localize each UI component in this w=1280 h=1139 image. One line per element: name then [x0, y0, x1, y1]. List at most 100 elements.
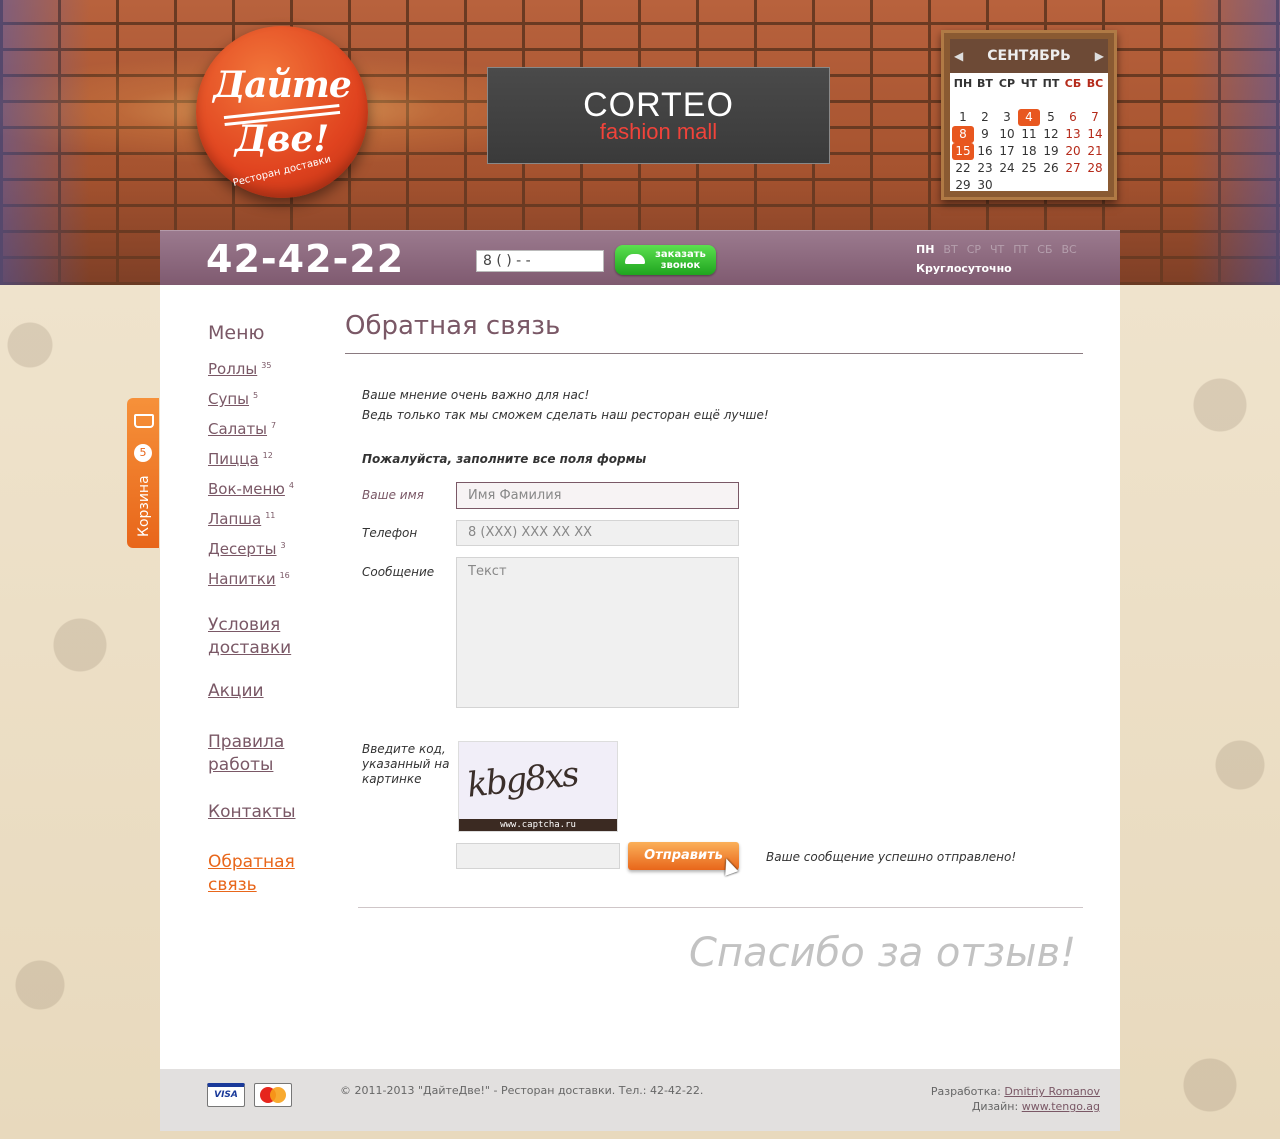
sidebar-menu-count: 11	[265, 511, 276, 520]
calendar-day[interactable]: 10	[996, 126, 1018, 143]
calendar-day[interactable]: 28	[1084, 160, 1106, 177]
sidebar-menu-item[interactable]: Роллы 35	[208, 360, 271, 378]
calendar-day[interactable]: 12	[1040, 126, 1062, 143]
calendar-weekday: СБ	[1064, 77, 1082, 90]
sidebar-menu-item[interactable]: Вок-меню 4	[208, 480, 294, 498]
calendar-day	[1040, 92, 1062, 109]
cart-tab[interactable]: 5 Корзина	[127, 398, 159, 548]
sidebar-menu-item[interactable]: Напитки 16	[208, 570, 290, 588]
calendar-day[interactable]: 13	[1062, 126, 1084, 143]
site-logo[interactable]: Дайте Две! Ресторан доставки	[196, 26, 368, 198]
calendar-weekday: ПТ	[1042, 77, 1060, 90]
header-bar: 42-42-22 8 ( ) - - заказать звонок ПН ВТ С…	[160, 230, 1120, 285]
mastercard-icon	[254, 1083, 292, 1107]
calendar-weekday: ВС	[1086, 77, 1104, 90]
sidebar-menu-item[interactable]: Салаты 7	[208, 420, 276, 438]
calendar-day[interactable]: 3	[996, 109, 1018, 126]
name-field[interactable]: Имя Фамилия	[456, 482, 739, 509]
sidebar-menu-label: Лапша	[208, 510, 262, 528]
sidebar-menu-item[interactable]: Пицца 12	[208, 450, 273, 468]
sidebar-menu-item[interactable]: Десерты 3	[208, 540, 286, 558]
sidebar-menu-label: Вок-меню	[208, 480, 285, 498]
calendar-day[interactable]: 25	[1018, 160, 1040, 177]
sidebar-menu-label: Десерты	[208, 540, 277, 558]
thanks-message: Спасибо за отзыв!	[689, 930, 1077, 976]
calendar-day[interactable]: 30	[974, 177, 996, 194]
calendar-day[interactable]: 17	[996, 143, 1018, 160]
captcha-image: kbg8xs www.captcha.ru	[458, 741, 618, 832]
sidebar-menu-count: 5	[253, 391, 259, 400]
next-month-icon[interactable]: ▶	[1095, 49, 1104, 63]
intro-line-2: Ведь только так мы сможем сделать наш ре…	[362, 408, 769, 422]
calendar-day[interactable]: 19	[1040, 143, 1062, 160]
calendar-day[interactable]: 15	[952, 143, 974, 160]
visa-icon: VISA	[207, 1083, 245, 1107]
calendar-day[interactable]: 1	[952, 109, 974, 126]
calendar-day[interactable]: 8	[952, 126, 974, 143]
captcha-input[interactable]	[456, 843, 620, 869]
sidebar-menu-label: Напитки	[208, 570, 276, 588]
sidebar-nav-link[interactable]: Обратная связь	[208, 851, 328, 897]
calendar-day[interactable]: 5	[1040, 109, 1062, 126]
calendar-weekday: СР	[998, 77, 1016, 90]
working-day: ВТ	[943, 243, 958, 256]
sidebar-nav-link[interactable]: Правила работы	[208, 731, 328, 777]
phone-icon	[625, 254, 645, 264]
calendar-day	[1084, 92, 1106, 109]
sidebar-menu-count: 4	[288, 481, 295, 490]
working-day: СР	[966, 243, 982, 256]
captcha-label: Введите код, указанный на картинке	[362, 742, 450, 786]
sidebar-menu-count: 3	[280, 541, 286, 550]
calendar-day	[952, 92, 974, 109]
prev-month-icon[interactable]: ◀	[954, 49, 963, 63]
calendar-day[interactable]: 22	[952, 160, 974, 177]
calendar-day[interactable]: 9	[974, 126, 996, 143]
sidebar-menu-item[interactable]: Лапша 11	[208, 510, 275, 528]
sidebar-nav-link[interactable]: Условия доставки	[208, 614, 328, 660]
sidebar-menu-count: 16	[279, 571, 290, 580]
sidebar-menu-count: 7	[271, 421, 277, 430]
cart-label: Корзина	[136, 475, 152, 537]
captcha-code: kbg8xs	[465, 754, 580, 806]
sidebar-nav-link[interactable]: Контакты	[208, 801, 328, 824]
callback-phone-input[interactable]: 8 ( ) - -	[476, 250, 604, 272]
banner-tagline: fashion mall	[599, 119, 718, 144]
calendar-day[interactable]: 24	[996, 160, 1018, 177]
working-days: ПН ВТ СР ЧТ ПТ СБ ВС	[916, 243, 1086, 256]
calendar-day[interactable]: 16	[974, 143, 996, 160]
calendar-day[interactable]: 4	[1018, 109, 1040, 126]
callback-button[interactable]: заказать звонок	[615, 245, 716, 275]
message-field[interactable]: Текст	[456, 557, 739, 708]
design-link[interactable]: www.tengo.ag	[1022, 1100, 1100, 1113]
sidebar-nav-link[interactable]: Акции	[208, 680, 328, 703]
cart-count-badge: 5	[134, 444, 152, 462]
calendar-month: СЕНТЯБРЬ	[987, 48, 1071, 64]
copyright: © 2011-2013 "ДайтеДве!" - Ресторан доста…	[340, 1084, 704, 1097]
calendar-day[interactable]: 21	[1084, 143, 1106, 160]
sidebar-menu-item[interactable]: Супы 5	[208, 390, 258, 408]
sidebar-menu-count: 35	[261, 361, 272, 370]
calendar-day[interactable]: 6	[1062, 109, 1084, 126]
calendar-weekday: ВТ	[977, 77, 993, 90]
phone-field[interactable]: 8 (XXX) XXX XX XX	[456, 520, 739, 546]
credits: Разработка: Dmitriy Romanov Дизайн: www.…	[931, 1084, 1100, 1114]
calendar-day[interactable]: 18	[1018, 143, 1040, 160]
calendar-day[interactable]: 23	[974, 160, 996, 177]
calendar-header: ◀ СЕНТЯБРЬ ▶	[950, 39, 1108, 73]
calendar-day[interactable]: 7	[1084, 109, 1106, 126]
calendar-day[interactable]: 26	[1040, 160, 1062, 177]
calendar-day[interactable]: 11	[1018, 126, 1040, 143]
working-day: ВС	[1061, 243, 1077, 256]
calendar-day	[974, 92, 996, 109]
dev-link[interactable]: Dmitriy Romanov	[1004, 1085, 1100, 1098]
calendar-day[interactable]: 20	[1062, 143, 1084, 160]
ad-banner[interactable]: CORTEO fashion mall	[487, 67, 830, 164]
name-label: Ваше имя	[362, 488, 424, 502]
page-title: Обратная связь	[345, 311, 561, 341]
calendar-weekday: ПН	[953, 77, 973, 90]
calendar-day[interactable]: 14	[1084, 126, 1106, 143]
calendar-day[interactable]: 29	[952, 177, 974, 194]
calendar-day[interactable]: 27	[1062, 160, 1084, 177]
design-label: Дизайн:	[971, 1100, 1019, 1113]
calendar-day[interactable]: 2	[974, 109, 996, 126]
